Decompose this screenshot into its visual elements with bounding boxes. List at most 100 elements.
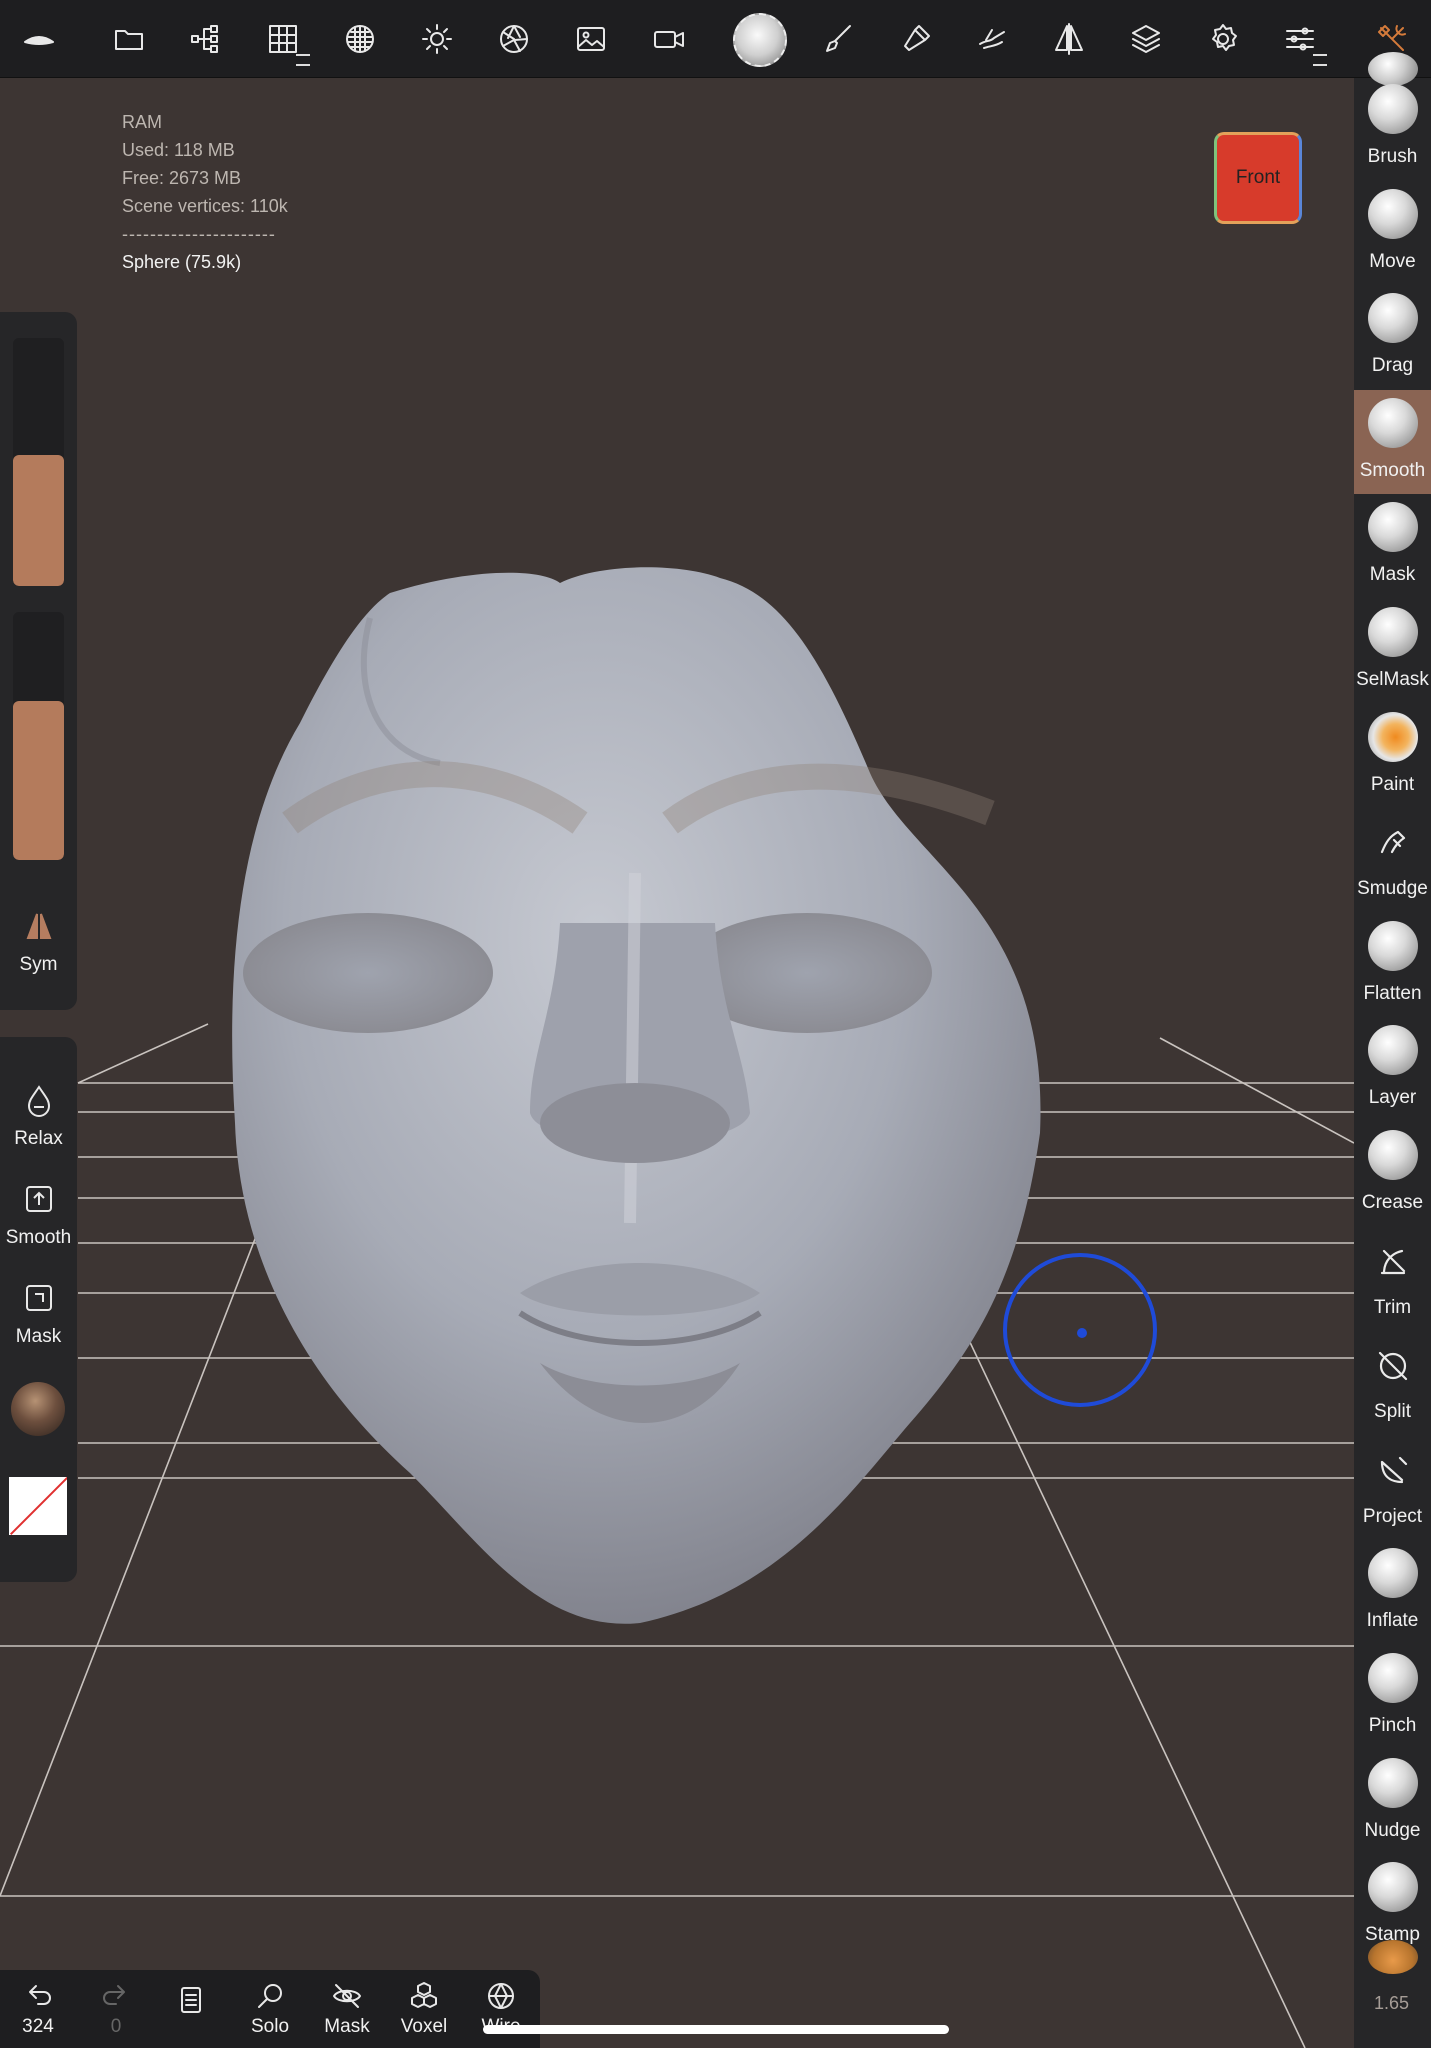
mask-button[interactable]: Mask (0, 1280, 77, 1348)
eye-slash-icon (333, 1984, 361, 2008)
relax-label: Relax (14, 1128, 63, 1149)
tool-smudge[interactable]: Smudge (1354, 808, 1431, 912)
multires-icon[interactable] (339, 18, 381, 60)
scene-menu-button[interactable] (157, 1984, 227, 2020)
tool-move[interactable]: Move (1354, 181, 1431, 285)
tool-brush[interactable]: Brush (1354, 76, 1431, 180)
tool-label: Smooth (1359, 459, 1426, 481)
tool-label: Inflate (1366, 1610, 1419, 1632)
tool-label: Crease (1361, 1192, 1424, 1213)
tool-layer[interactable]: Layer (1354, 1017, 1431, 1121)
tool-nudge[interactable]: Nudge (1354, 1750, 1431, 1854)
redo-button[interactable]: 0 (81, 1980, 151, 2038)
ram-info-overlay: RAM Used: 118 MB Free: 2673 MB Scene ver… (122, 108, 288, 276)
tool-smooth[interactable]: Smooth (1354, 389, 1431, 494)
matcap-material-ball[interactable] (11, 1382, 65, 1436)
view-cube-front[interactable]: Front (1214, 132, 1302, 224)
symmetry-icon[interactable] (1048, 18, 1090, 60)
sculpt-face-mesh[interactable] (220, 493, 1060, 1633)
tool-label: Pinch (1368, 1715, 1417, 1736)
tool-label: Drag (1371, 355, 1414, 377)
bottom-toolbar: 324 0 Solo Mask Voxel Wire (0, 1970, 540, 2048)
voxel-label: Voxel (400, 2016, 448, 2037)
tool-label: SelMask (1356, 669, 1429, 690)
voxel-button[interactable]: Voxel (389, 1980, 459, 2038)
undo-button[interactable]: 324 (3, 1980, 73, 2038)
smooth-box-icon (21, 1181, 57, 1217)
relax-button[interactable]: Relax (0, 1082, 77, 1150)
inflate-icon (1368, 1548, 1418, 1599)
tool-label: Paint (1370, 773, 1415, 795)
wireframe-sphere-icon (488, 1983, 514, 2009)
topology-grid-icon[interactable] (262, 18, 310, 66)
palette-scroll-bottom-partial (1368, 1940, 1418, 1974)
project-icon (1372, 1450, 1414, 1492)
tool-project[interactable]: Project (1354, 1436, 1431, 1540)
mask-visibility-button[interactable]: Mask (312, 1980, 382, 2038)
document-list-icon (181, 1987, 201, 2013)
split-icon (1372, 1345, 1414, 1387)
scene-tree-icon[interactable] (185, 18, 227, 60)
selected-object-name[interactable]: Sphere (75.9k) (122, 248, 288, 276)
selmask-icon (1368, 607, 1418, 657)
scene-vertices: Scene vertices: 110k (122, 196, 288, 216)
redo-icon (103, 1985, 125, 2005)
undo-icon (29, 1985, 51, 2005)
color-swatch-none[interactable] (9, 1477, 67, 1535)
light-sun-icon[interactable] (416, 18, 458, 60)
search-icon (258, 1984, 282, 2008)
tool-label: Flatten (1363, 982, 1422, 1004)
smooth-button[interactable]: Smooth (0, 1181, 77, 1249)
solo-button[interactable]: Solo (235, 1980, 305, 2038)
tool-flatten[interactable]: Flatten (1354, 913, 1431, 1017)
brush-sliders-panel: Sym (0, 312, 77, 1010)
move-icon (1368, 188, 1418, 239)
tool-pinch[interactable]: Pinch (1354, 1645, 1431, 1749)
3d-viewport[interactable]: RAM Used: 118 MB Free: 2673 MB Scene ver… (0, 78, 1354, 2048)
top-toolbar (0, 0, 1431, 78)
ram-free: Free: 2673 MB (122, 168, 242, 188)
radius-slider[interactable] (13, 338, 64, 586)
tool-drag[interactable]: Drag (1354, 285, 1431, 389)
folder-icon[interactable] (108, 18, 150, 60)
ram-separator: ---------------------- (122, 224, 276, 244)
flatten-icon (1368, 920, 1418, 971)
stroke-settings-icon[interactable] (895, 18, 937, 60)
mask-box-icon (21, 1280, 57, 1316)
sliders-icon[interactable] (1279, 18, 1327, 66)
symmetry-icon (21, 908, 57, 944)
shading-aperture-icon[interactable] (493, 18, 535, 60)
settings-gear-icon[interactable] (1202, 18, 1244, 60)
tool-trim[interactable]: Trim (1354, 1227, 1431, 1331)
tool-label: Smudge (1357, 878, 1428, 900)
view-cube-label: Front (1235, 167, 1281, 188)
version-label: 1.65 (1374, 1993, 1410, 2013)
tool-label: Brush (1367, 146, 1418, 167)
active-tool-smooth-icon[interactable] (730, 10, 790, 70)
mask-label: Mask (15, 1326, 62, 1347)
radius-slider-fill (13, 454, 64, 586)
intensity-slider[interactable] (13, 612, 64, 860)
tool-paint[interactable]: Paint (1354, 704, 1431, 808)
smooth-label: Smooth (5, 1227, 72, 1248)
tool-mask[interactable]: Mask (1354, 494, 1431, 598)
camera-icon[interactable] (648, 18, 690, 60)
paint-brush-icon[interactable] (818, 18, 860, 60)
crease-icon (1368, 1130, 1418, 1180)
mask-icon (1368, 502, 1418, 553)
tool-crease[interactable]: Crease (1354, 1122, 1431, 1226)
menu-logo-icon[interactable] (18, 18, 60, 60)
tool-label: Move (1369, 250, 1416, 272)
paint-icon (1368, 711, 1418, 762)
nudge-icon (1368, 1757, 1418, 1808)
layers-icon[interactable] (1125, 18, 1167, 60)
tool-selmask[interactable]: SelMask (1354, 599, 1431, 703)
tool-inflate[interactable]: Inflate (1354, 1540, 1431, 1644)
painting-hand-icon[interactable] (972, 18, 1014, 60)
tool-split[interactable]: Split (1354, 1331, 1431, 1435)
smooth-icon (1368, 397, 1418, 448)
sym-button[interactable]: Sym (0, 908, 77, 976)
image-background-icon[interactable] (570, 18, 612, 60)
tool-label: Layer (1368, 1087, 1417, 1109)
redo-count: 0 (110, 2016, 122, 2037)
